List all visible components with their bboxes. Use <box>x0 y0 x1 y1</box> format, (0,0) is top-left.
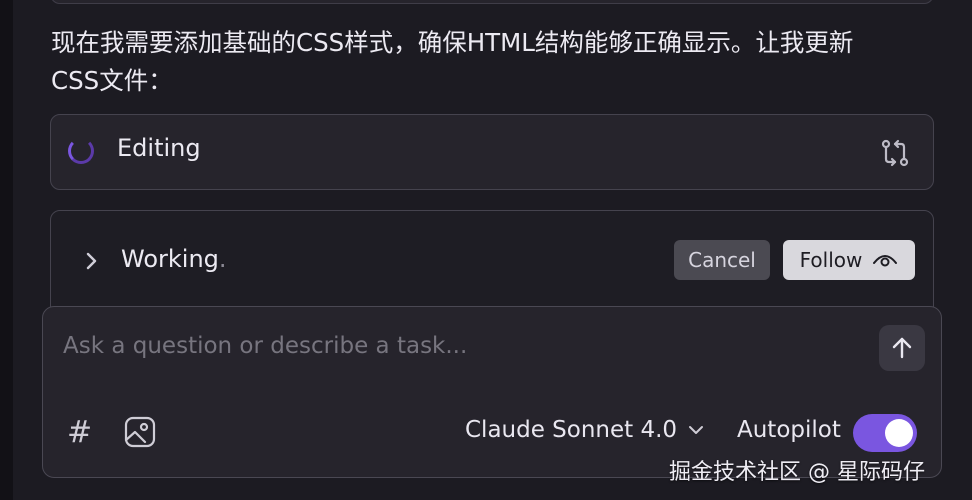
task-input[interactable] <box>61 327 845 365</box>
follow-button-label: Follow <box>799 248 863 272</box>
follow-button[interactable]: Follow <box>783 240 915 280</box>
hash-icon[interactable]: # <box>67 415 92 450</box>
composer: # Claude Sonnet 4.0 Autopilot <box>42 306 942 478</box>
chevron-down-icon <box>689 426 704 434</box>
cancel-button[interactable]: Cancel <box>674 240 770 280</box>
chevron-right-icon[interactable] <box>81 249 101 273</box>
arrow-up-icon <box>892 337 912 359</box>
eye-icon <box>873 255 898 267</box>
watermark: 掘金技术社区 @ 星际码仔 <box>669 460 925 485</box>
autopilot-label: Autopilot <box>737 417 841 443</box>
working-dots: . <box>218 245 227 273</box>
toggle-knob <box>885 419 913 447</box>
message-line-2: CSS文件： <box>51 66 173 95</box>
cancel-button-label: Cancel <box>688 248 756 272</box>
model-selector[interactable]: Claude Sonnet 4.0 <box>465 417 705 443</box>
editing-card[interactable]: Editing <box>50 114 934 190</box>
spinner-icon <box>68 138 94 164</box>
send-button[interactable] <box>879 325 925 371</box>
model-label: Claude Sonnet 4.0 <box>465 417 678 443</box>
message-line-1: 现在我需要添加基础的CSS样式，确保HTML结构能够正确显示。让我更新 <box>51 28 854 57</box>
autopilot-toggle[interactable] <box>853 414 917 452</box>
swap-icon[interactable] <box>879 137 911 169</box>
image-icon[interactable] <box>123 415 157 449</box>
working-label: Working. <box>121 245 227 273</box>
working-text: Working <box>121 245 219 273</box>
previous-card <box>50 0 934 4</box>
editing-label: Editing <box>117 134 201 162</box>
assistant-message: 现在我需要添加基础的CSS样式，确保HTML结构能够正确显示。让我更新 CSS文… <box>51 24 931 100</box>
left-sidebar-edge <box>0 0 13 500</box>
